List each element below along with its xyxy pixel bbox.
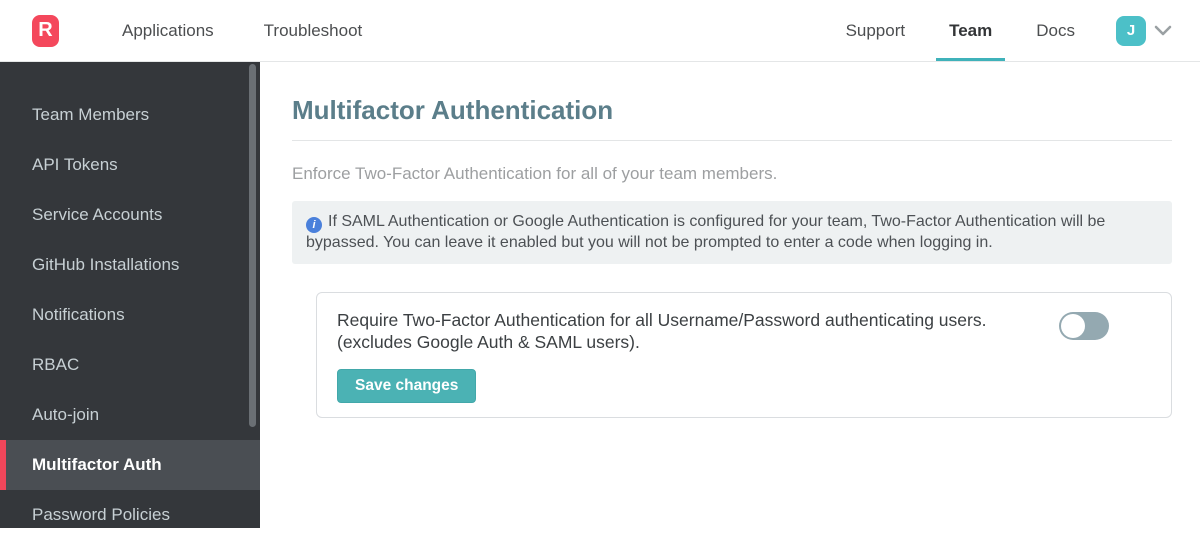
nav-item-docs[interactable]: Docs: [1023, 0, 1088, 61]
sidebar-item-auto-join[interactable]: Auto-join: [0, 390, 260, 440]
sidebar-scrollbar[interactable]: [249, 64, 256, 427]
info-banner-text: If SAML Authentication or Google Authent…: [306, 213, 1106, 251]
info-icon: i: [306, 217, 322, 233]
avatar[interactable]: J: [1116, 15, 1146, 46]
title-divider: [292, 140, 1172, 141]
nav-item-team[interactable]: Team: [936, 0, 1006, 61]
sidebar-item-rbac[interactable]: RBAC: [0, 340, 260, 390]
info-banner: i If SAML Authentication or Google Authen…: [292, 201, 1172, 264]
top-nav: R Applications Troubleshoot Support Team…: [0, 0, 1200, 62]
sidebar-item-notifications[interactable]: Notifications: [0, 290, 260, 340]
mfa-requirement-line2: (excludes Google Auth & SAML users).: [337, 332, 640, 352]
chevron-down-icon[interactable]: [1154, 25, 1172, 37]
nav-item-support[interactable]: Support: [833, 0, 919, 61]
page-title: Multifactor Authentication: [292, 95, 614, 125]
main-content: Multifactor Authentication Enforce Two-F…: [260, 62, 1200, 528]
mfa-requirement-label: Require Two-Factor Authentication for al…: [337, 309, 986, 353]
page-description: Enforce Two-Factor Authentication for al…: [292, 164, 778, 183]
sidebar-item-github-installations[interactable]: GitHub Installations: [0, 240, 260, 290]
mfa-toggle-knob: [1061, 314, 1085, 338]
mfa-requirement-line1: Require Two-Factor Authentication for al…: [337, 310, 987, 330]
rollbar-logo[interactable]: R: [32, 14, 59, 47]
nav-right: Support Team Docs J: [833, 0, 1172, 61]
sidebar-item-team-members[interactable]: Team Members: [0, 90, 260, 140]
save-changes-button[interactable]: Save changes: [337, 369, 477, 403]
sidebar-item-api-tokens[interactable]: API Tokens: [0, 140, 260, 190]
mfa-toggle[interactable]: [1059, 312, 1109, 340]
sidebar: Team Members API Tokens Service Accounts…: [0, 62, 260, 528]
nav-item-troubleshoot[interactable]: Troubleshoot: [251, 0, 376, 61]
mfa-settings-card: Require Two-Factor Authentication for al…: [316, 292, 1172, 418]
sidebar-item-service-accounts[interactable]: Service Accounts: [0, 190, 260, 240]
nav-left: Applications Troubleshoot: [109, 0, 399, 61]
sidebar-item-multifactor-auth[interactable]: Multifactor Auth: [0, 440, 260, 490]
nav-item-applications[interactable]: Applications: [109, 0, 227, 61]
sidebar-item-password-policies[interactable]: Password Policies: [0, 490, 260, 540]
